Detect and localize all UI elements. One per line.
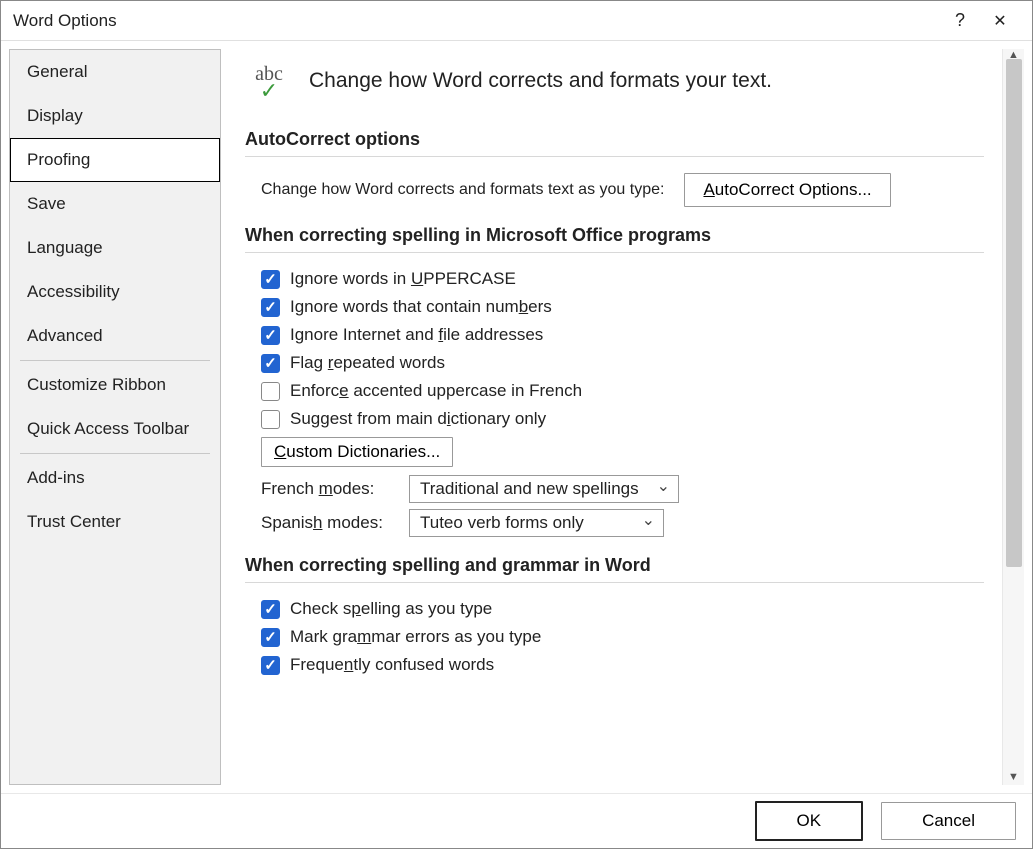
scrollbar-thumb[interactable] <box>1006 59 1022 567</box>
sidebar-item-advanced[interactable]: Advanced <box>10 314 220 358</box>
select-french-modes[interactable]: Traditional and new spellings <box>409 475 679 503</box>
checkbox-ignore-uppercase[interactable] <box>261 270 280 289</box>
checkbox-confused-words[interactable] <box>261 656 280 675</box>
checkbox-mark-grammar[interactable] <box>261 628 280 647</box>
section-divider <box>245 252 984 253</box>
checkbox-ignore-internet[interactable] <box>261 326 280 345</box>
help-button[interactable]: ? <box>940 1 980 41</box>
sidebar-item-customize-ribbon[interactable]: Customize Ribbon <box>10 363 220 407</box>
sidebar-item-accessibility[interactable]: Accessibility <box>10 270 220 314</box>
label-flag-repeated: Flag repeated words <box>290 353 445 373</box>
label-ignore-internet: Ignore Internet and file addresses <box>290 325 543 345</box>
section-title-word-spelling: When correcting spelling and grammar in … <box>245 555 984 576</box>
dialog-body: General Display Proofing Save Language A… <box>1 41 1032 793</box>
sidebar-item-display[interactable]: Display <box>10 94 220 138</box>
checkbox-flag-repeated[interactable] <box>261 354 280 373</box>
label-mark-grammar: Mark grammar errors as you type <box>290 627 541 647</box>
sidebar-item-qat[interactable]: Quick Access Toolbar <box>10 407 220 451</box>
titlebar: Word Options ? ✕ <box>1 1 1032 41</box>
proofing-icon: abc ✓ <box>245 57 293 105</box>
sidebar-item-proofing[interactable]: Proofing <box>10 138 220 182</box>
section-divider <box>245 156 984 157</box>
dialog-footer: OK Cancel <box>1 793 1032 848</box>
sidebar-item-addins[interactable]: Add-ins <box>10 456 220 500</box>
select-spanish-modes[interactable]: Tuteo verb forms only <box>409 509 664 537</box>
sidebar-item-trust-center[interactable]: Trust Center <box>10 500 220 544</box>
autocorrect-prompt: Change how Word corrects and formats tex… <box>261 181 664 199</box>
section-title-office-spelling: When correcting spelling in Microsoft Of… <box>245 225 984 246</box>
section-divider <box>245 582 984 583</box>
autocorrect-options-button[interactable]: AutoCorrect Options... <box>684 173 890 207</box>
label-french-modes: French modes: <box>261 479 391 499</box>
page-header: abc ✓ Change how Word corrects and forma… <box>245 57 984 105</box>
close-button[interactable]: ✕ <box>980 1 1020 41</box>
label-confused-words: Frequently confused words <box>290 655 494 675</box>
page-header-text: Change how Word corrects and formats you… <box>309 69 772 93</box>
sidebar-item-save[interactable]: Save <box>10 182 220 226</box>
cancel-button[interactable]: Cancel <box>881 802 1016 840</box>
checkbox-french-accented[interactable] <box>261 382 280 401</box>
sidebar-item-general[interactable]: General <box>10 50 220 94</box>
label-ignore-uppercase: Ignore words in UPPERCASE <box>290 269 516 289</box>
label-check-spelling: Check spelling as you type <box>290 599 492 619</box>
checkmark-icon: ✓ <box>260 84 278 97</box>
sidebar-item-language[interactable]: Language <box>10 226 220 270</box>
label-main-dictionary: Suggest from main dictionary only <box>290 409 546 429</box>
label-ignore-numbers: Ignore words that contain numbers <box>290 297 552 317</box>
checkbox-main-dictionary[interactable] <box>261 410 280 429</box>
label-french-accented: Enforce accented uppercase in French <box>290 381 582 401</box>
word-options-dialog: Word Options ? ✕ General Display Proofin… <box>0 0 1033 849</box>
sidebar-divider <box>20 360 210 361</box>
sidebar: General Display Proofing Save Language A… <box>9 49 221 785</box>
vertical-scrollbar[interactable]: ▲ ▼ <box>1002 49 1024 785</box>
sidebar-divider <box>20 453 210 454</box>
dialog-title: Word Options <box>13 11 117 31</box>
content-panel: abc ✓ Change how Word corrects and forma… <box>221 49 1002 785</box>
scroll-down-icon[interactable]: ▼ <box>1008 771 1020 783</box>
checkbox-ignore-numbers[interactable] <box>261 298 280 317</box>
section-title-autocorrect: AutoCorrect options <box>245 129 984 150</box>
ok-button[interactable]: OK <box>755 801 864 841</box>
custom-dictionaries-button[interactable]: Custom Dictionaries... <box>261 437 453 467</box>
label-spanish-modes: Spanish modes: <box>261 513 391 533</box>
checkbox-check-spelling[interactable] <box>261 600 280 619</box>
